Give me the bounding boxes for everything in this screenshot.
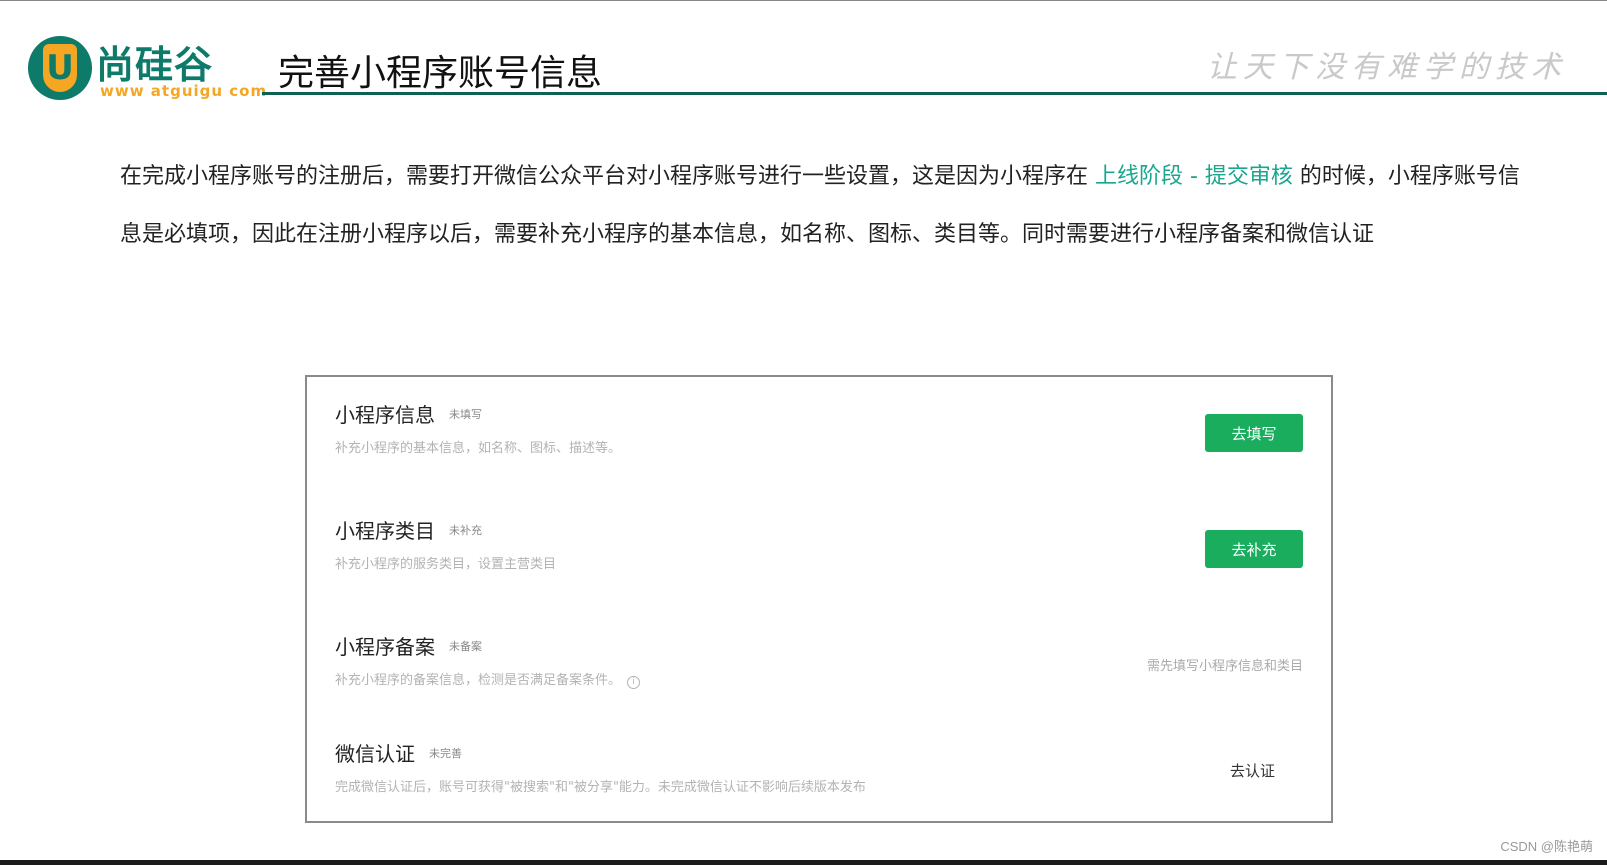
- item-description: 补充小程序的备案信息，检测是否满足备案条件。: [335, 673, 622, 688]
- status-badge: 未补充: [449, 524, 482, 537]
- verify-link[interactable]: 去认证: [1230, 760, 1275, 781]
- top-border: [0, 0, 1607, 1]
- status-badge: 未填写: [449, 408, 482, 421]
- status-badge: 未备案: [449, 640, 482, 653]
- bottom-bar: [0, 860, 1607, 865]
- intro-paragraph: 在完成小程序账号的注册后，需要打开微信公众平台对小程序账号进行一些设置，这是因为…: [120, 148, 1540, 264]
- item-miniprogram-info: 小程序信息 未填写 补充小程序的基本信息，如名称、图标、描述等。 去填写: [335, 399, 1303, 489]
- item-title: 小程序信息: [335, 403, 435, 427]
- intro-text-1: 在完成小程序账号的注册后，需要打开微信公众平台对小程序账号进行一些设置，这是因为…: [120, 164, 1095, 189]
- logo-text: 尚硅谷: [96, 43, 214, 87]
- item-description: 完成微信认证后，账号可获得"被搜索"和"被分享"能力。未完成微信认证不影响后续版…: [335, 780, 866, 795]
- info-icon[interactable]: i: [627, 676, 641, 689]
- brand-logo: U 尚硅谷 www atguigu com: [28, 34, 268, 106]
- item-description: 补充小程序的服务类目，设置主营类目: [335, 557, 557, 572]
- item-title: 微信认证: [335, 742, 415, 766]
- item-miniprogram-filing: 小程序备案 未备案 补充小程序的备案信息，检测是否满足备案条件。 i 需先填写小程序…: [335, 631, 1303, 721]
- header-divider: [262, 92, 1607, 95]
- logo-url: www atguigu com: [100, 82, 268, 100]
- prerequisite-hint: 需先填写小程序信息和类目: [1146, 659, 1303, 674]
- fill-in-button[interactable]: 去填写: [1205, 414, 1303, 452]
- account-info-panel: 小程序信息 未填写 补充小程序的基本信息，如名称、图标、描述等。 去填写 小程序类…: [305, 375, 1333, 823]
- slogan-watermark: 让天下没有难学的技术: [1207, 50, 1567, 85]
- item-title: 小程序备案: [335, 635, 435, 659]
- item-title: 小程序类目: [335, 519, 435, 543]
- intro-highlight: 上线阶段 - 提交审核: [1095, 164, 1293, 189]
- item-wechat-verification: 微信认证 未完善 完成微信认证后，账号可获得"被搜索"和"被分享"能力。未完成微信…: [335, 738, 1303, 828]
- status-badge: 未完善: [429, 747, 462, 760]
- item-miniprogram-category: 小程序类目 未补充 补充小程序的服务类目，设置主营类目 去补充: [335, 515, 1303, 605]
- item-description: 补充小程序的基本信息，如名称、图标、描述等。: [335, 441, 622, 456]
- supplement-button[interactable]: 去补充: [1205, 530, 1303, 568]
- logo-mark-icon: U: [28, 36, 92, 100]
- credit-watermark: CSDN @陈艳萌: [1500, 839, 1593, 854]
- page-title: 完善小程序账号信息: [278, 53, 603, 94]
